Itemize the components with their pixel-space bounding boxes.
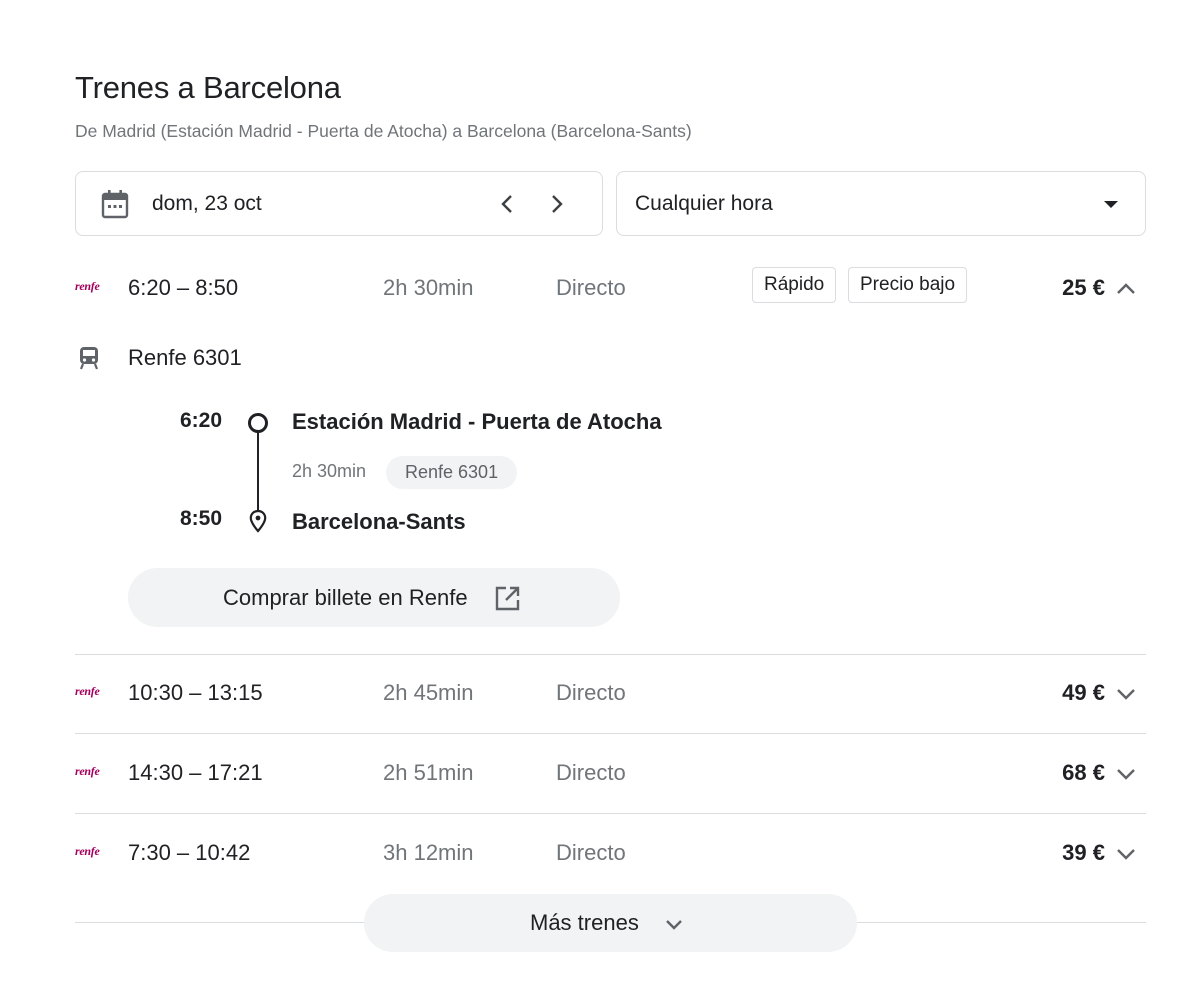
time-dropdown[interactable]: Cualquier hora — [616, 171, 1146, 236]
train-name: Renfe 6301 — [128, 345, 242, 370]
trip-type: Directo — [556, 840, 626, 865]
chevron-down-icon[interactable] — [1114, 682, 1138, 706]
trip-duration: 2h 30min — [383, 275, 474, 300]
time-selected: Cualquier hora — [635, 192, 773, 215]
row-divider — [75, 813, 1146, 814]
departure-arrival-times: 14:30 – 17:21 — [128, 760, 263, 785]
departure-arrival-times: 7:30 – 10:42 — [128, 840, 251, 865]
destination-station: Barcelona-Sants — [292, 509, 466, 534]
trip-duration: 2h 45min — [383, 680, 474, 705]
trip-type: Directo — [556, 760, 626, 785]
price: 25 € — [1062, 275, 1105, 300]
segment-train-chip: Renfe 6301 — [386, 456, 518, 489]
buy-ticket-button[interactable]: Comprar billete en Renfe — [128, 568, 620, 627]
caret-down-icon — [1104, 201, 1118, 208]
train-result-row[interactable]: renfe 6:20 – 8:50 2h 30min Directo Rápid… — [75, 267, 1146, 307]
train-icon — [79, 347, 99, 370]
renfe-logo: renfe — [75, 279, 100, 293]
price: 49 € — [1062, 680, 1105, 705]
chevron-up-icon[interactable] — [1114, 277, 1138, 301]
more-trains-label: Más trenes — [530, 910, 639, 935]
renfe-logo: renfe — [75, 764, 100, 778]
trip-type: Directo — [556, 680, 626, 705]
route-subtitle: De Madrid (Estación Madrid - Puerta de A… — [75, 121, 692, 141]
origin-station: Estación Madrid - Puerta de Atocha — [292, 409, 662, 434]
date-picker[interactable]: dom, 23 oct — [75, 171, 603, 236]
chevron-down-icon — [666, 920, 682, 930]
chevron-right-icon[interactable] — [542, 190, 570, 218]
train-result-row[interactable]: renfe 7:30 – 10:42 3h 12min Directo 39 € — [75, 832, 1146, 872]
row-divider — [75, 654, 1146, 655]
selected-date: dom, 23 oct — [152, 192, 262, 215]
segment-duration: 2h 30min — [292, 461, 367, 481]
location-pin-icon — [249, 509, 267, 533]
row-divider — [75, 733, 1146, 734]
more-trains-button[interactable]: Más trenes — [364, 894, 857, 952]
train-result-row[interactable]: renfe 14:30 – 17:21 2h 51min Directo 68 … — [75, 752, 1146, 792]
price: 39 € — [1062, 840, 1105, 865]
route-line — [257, 430, 259, 512]
trip-duration: 3h 12min — [383, 840, 474, 865]
calendar-icon — [101, 190, 129, 219]
renfe-logo: renfe — [75, 844, 100, 858]
tag-low-price: Precio bajo — [848, 267, 968, 303]
departure-arrival-times: 10:30 – 13:15 — [128, 680, 263, 705]
page-title: Trenes a Barcelona — [75, 70, 341, 105]
buy-ticket-label: Comprar billete en Renfe — [223, 585, 468, 610]
trip-type: Directo — [556, 275, 626, 300]
chevron-left-icon[interactable] — [494, 190, 522, 218]
price: 68 € — [1062, 760, 1105, 785]
external-link-icon — [495, 586, 520, 611]
destination-time: 8:50 — [180, 507, 223, 530]
trip-duration: 2h 51min — [383, 760, 474, 785]
renfe-logo: renfe — [75, 684, 100, 698]
departure-arrival-times: 6:20 – 8:50 — [128, 275, 239, 300]
origin-time: 6:20 — [180, 409, 223, 432]
chevron-down-icon[interactable] — [1114, 842, 1138, 866]
train-result-row[interactable]: renfe 10:30 – 13:15 2h 45min Directo 49 … — [75, 672, 1146, 712]
tag-fast: Rápido — [752, 267, 837, 303]
chevron-down-icon[interactable] — [1114, 762, 1138, 786]
